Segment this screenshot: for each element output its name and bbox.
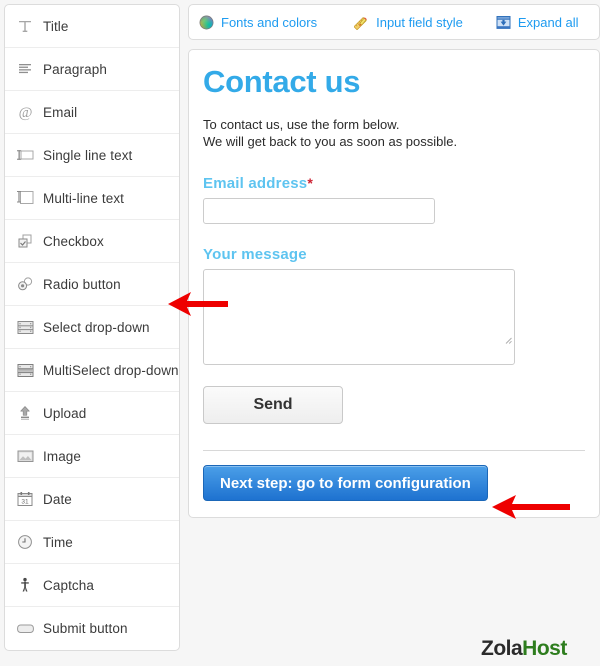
checkbox-icon	[16, 232, 34, 250]
select-dropdown-icon	[16, 318, 34, 336]
image-picture-icon	[16, 447, 34, 465]
logo-part-zola: Zola	[481, 637, 523, 660]
sidebar-item-label: Select drop-down	[43, 319, 150, 335]
logo-part-host: Host	[522, 637, 567, 660]
sidebar-item-radio-button[interactable]: Radio button	[5, 263, 179, 306]
form-description-line-2: We will get back to you as soon as possi…	[203, 133, 458, 149]
expand-down-icon	[495, 14, 512, 31]
calendar-date-icon: 31	[16, 490, 34, 508]
required-asterisk: *	[307, 174, 313, 191]
form-preview-panel: Contact us To contact us, use the form b…	[188, 49, 600, 518]
sidebar-item-checkbox[interactable]: Checkbox	[5, 220, 179, 263]
sidebar-item-captcha[interactable]: Captcha	[5, 564, 179, 607]
sidebar-item-multi-line-text[interactable]: Multi-line text	[5, 177, 179, 220]
clock-time-icon	[16, 533, 34, 551]
editor-toolbar: Fonts and colors Input field style Expan…	[188, 4, 600, 40]
sidebar-item-label: Date	[43, 491, 72, 507]
captcha-person-icon	[16, 576, 34, 594]
input-field-style-link[interactable]: Input field style	[353, 14, 463, 31]
email-field-label-text: Email address	[203, 174, 308, 192]
email-field-label: Email address*	[203, 175, 585, 192]
fonts-and-colors-link[interactable]: Fonts and colors	[198, 14, 317, 31]
color-wheel-icon	[198, 14, 215, 31]
message-field-label: Your message	[203, 245, 307, 263]
sidebar-item-email[interactable]: @ Email	[5, 91, 179, 134]
main-content: Fonts and colors Input field style Expan…	[188, 4, 600, 518]
send-button[interactable]: Send	[203, 385, 343, 424]
multi-line-textarea-icon	[16, 189, 34, 207]
sidebar-item-multiselect-drop-down[interactable]: MultiSelect drop-down	[5, 349, 179, 392]
sidebar-item-label: Multi-line text	[43, 190, 125, 206]
sidebar-item-paragraph[interactable]: Paragraph	[5, 48, 179, 91]
form-title: Contact us	[203, 64, 361, 99]
zolahost-logo: ZolaHost	[481, 637, 567, 661]
sidebar-item-label: Paragraph	[43, 61, 107, 77]
sidebar-item-label: Checkbox	[43, 233, 104, 249]
sidebar-item-label: Upload	[43, 405, 87, 421]
submit-button-icon	[16, 620, 34, 638]
message-field-wrapper	[203, 268, 515, 365]
svg-text:@: @	[18, 105, 32, 121]
svg-text:31: 31	[21, 499, 29, 506]
expand-all-link[interactable]: Expand all	[495, 14, 579, 31]
sidebar-item-date[interactable]: 31 Date	[5, 478, 179, 521]
sidebar-item-upload[interactable]: Upload	[5, 392, 179, 435]
upload-arrow-icon	[16, 404, 34, 422]
sidebar-item-label: Time	[43, 534, 73, 550]
sidebar-item-label: Image	[43, 448, 82, 464]
sidebar-item-label: Single line text	[43, 147, 133, 163]
component-sidebar: Title Paragraph @ Email Single line text	[4, 4, 180, 651]
single-line-input-icon	[16, 146, 34, 164]
next-step-button[interactable]: Next step: go to form configuration	[203, 464, 488, 501]
next-step-row: Next step: go to form configuration	[189, 451, 599, 517]
sidebar-item-label: Submit button	[43, 621, 128, 636]
sidebar-item-label: Radio button	[43, 276, 121, 292]
sidebar-item-label: Email	[43, 104, 78, 120]
message-field[interactable]	[203, 268, 515, 365]
paragraph-lines-icon	[16, 60, 34, 78]
sidebar-item-single-line-text[interactable]: Single line text	[5, 134, 179, 177]
form-description-line-1: To contact us, use the form below.	[203, 116, 400, 132]
sidebar-item-time[interactable]: Time	[5, 521, 179, 564]
sidebar-item-label: Title	[43, 18, 69, 34]
form-description: To contact us, use the form below. We wi…	[203, 116, 585, 150]
sidebar-item-select-drop-down[interactable]: Select drop-down	[5, 306, 179, 349]
sidebar-item-title[interactable]: Title	[5, 5, 179, 48]
input-field-style-label: Input field style	[376, 14, 463, 30]
radio-button-icon	[16, 275, 34, 293]
email-field[interactable]	[203, 197, 435, 224]
at-sign-icon: @	[16, 103, 34, 121]
sidebar-item-image[interactable]: Image	[5, 435, 179, 478]
sidebar-item-submit-button[interactable]: Submit button	[5, 607, 179, 650]
fonts-and-colors-label: Fonts and colors	[221, 14, 318, 30]
multiselect-dropdown-icon	[16, 361, 34, 379]
title-text-icon	[16, 17, 34, 35]
ruler-pencil-icon	[353, 14, 370, 31]
sidebar-item-label: Captcha	[43, 577, 94, 593]
expand-all-label: Expand all	[517, 14, 579, 30]
sidebar-item-label: MultiSelect drop-down	[43, 362, 179, 378]
